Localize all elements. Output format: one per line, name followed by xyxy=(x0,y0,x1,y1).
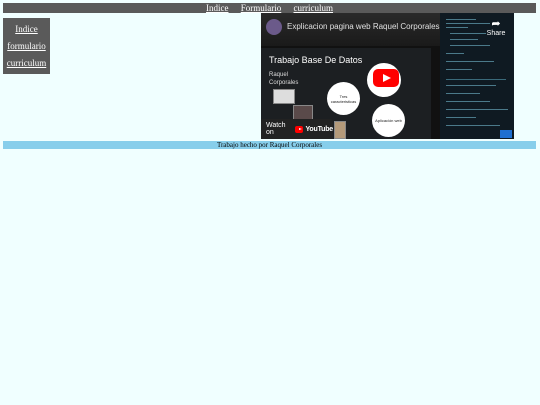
share-button[interactable]: ➦ Share xyxy=(483,18,509,38)
channel-avatar[interactable] xyxy=(266,19,282,35)
slide-thumbnail xyxy=(334,121,346,139)
slide-circle-web-app: Aplicación web xyxy=(372,104,405,137)
youtube-label: YouTube xyxy=(305,125,333,133)
top-nav-link-indice[interactable]: Indice xyxy=(206,3,229,13)
slide-title: Trabajo Base De Datos xyxy=(269,55,363,65)
footer-text: Trabajo hecho por Raquel Corporales xyxy=(216,141,323,149)
top-nav-link-formulario[interactable]: Formulario xyxy=(241,3,282,13)
side-nav-link-indice[interactable]: Indice xyxy=(3,21,50,38)
watch-on-label: Watch on xyxy=(266,122,286,136)
side-nav: Indice formulario curriculum xyxy=(3,18,50,74)
share-arrow-icon: ➦ xyxy=(491,18,501,30)
top-nav-link-curriculum[interactable]: curriculum xyxy=(294,3,334,13)
play-button-icon[interactable] xyxy=(373,69,399,87)
page-footer: Trabajo hecho por Raquel Corporales xyxy=(3,141,536,149)
slide-circle-characteristics: Tres caracteristicas xyxy=(327,82,360,115)
slide-thumbnail xyxy=(273,89,295,104)
slide-author: Raquel Corporales xyxy=(269,72,299,86)
side-nav-link-formulario[interactable]: formulario xyxy=(3,38,50,55)
share-label: Share xyxy=(486,30,506,37)
watch-on-youtube-button[interactable]: Watch on YouTube xyxy=(261,119,333,139)
side-nav-link-curriculum[interactable]: curriculum xyxy=(3,55,50,72)
video-title-bar: Explicacion pagina web Raquel Corporales xyxy=(261,13,440,46)
video-title[interactable]: Explicacion pagina web Raquel Corporales xyxy=(287,22,440,31)
youtube-logo-icon xyxy=(294,125,304,133)
top-nav: Indice Formulario curriculum xyxy=(3,3,536,13)
youtube-embed[interactable]: Explicacion pagina web Raquel Corporales… xyxy=(261,13,514,139)
